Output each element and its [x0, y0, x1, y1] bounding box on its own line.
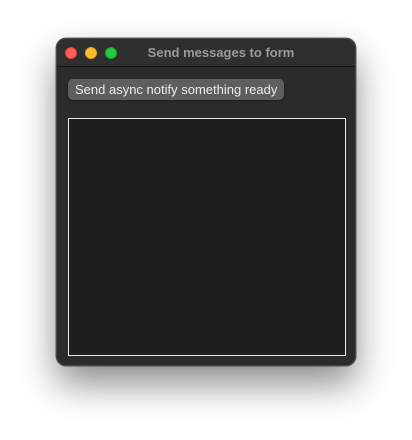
messages-text-area[interactable] [68, 118, 346, 356]
title-bar[interactable]: Send messages to form [57, 39, 355, 67]
app-window: Send messages to form Send async notify … [56, 38, 356, 366]
window-content: Send async notify something ready [57, 67, 355, 365]
window-title: Send messages to form [147, 45, 295, 60]
send-async-notify-button[interactable]: Send async notify something ready [68, 79, 285, 100]
desktop: Send messages to form Send async notify … [0, 0, 412, 440]
